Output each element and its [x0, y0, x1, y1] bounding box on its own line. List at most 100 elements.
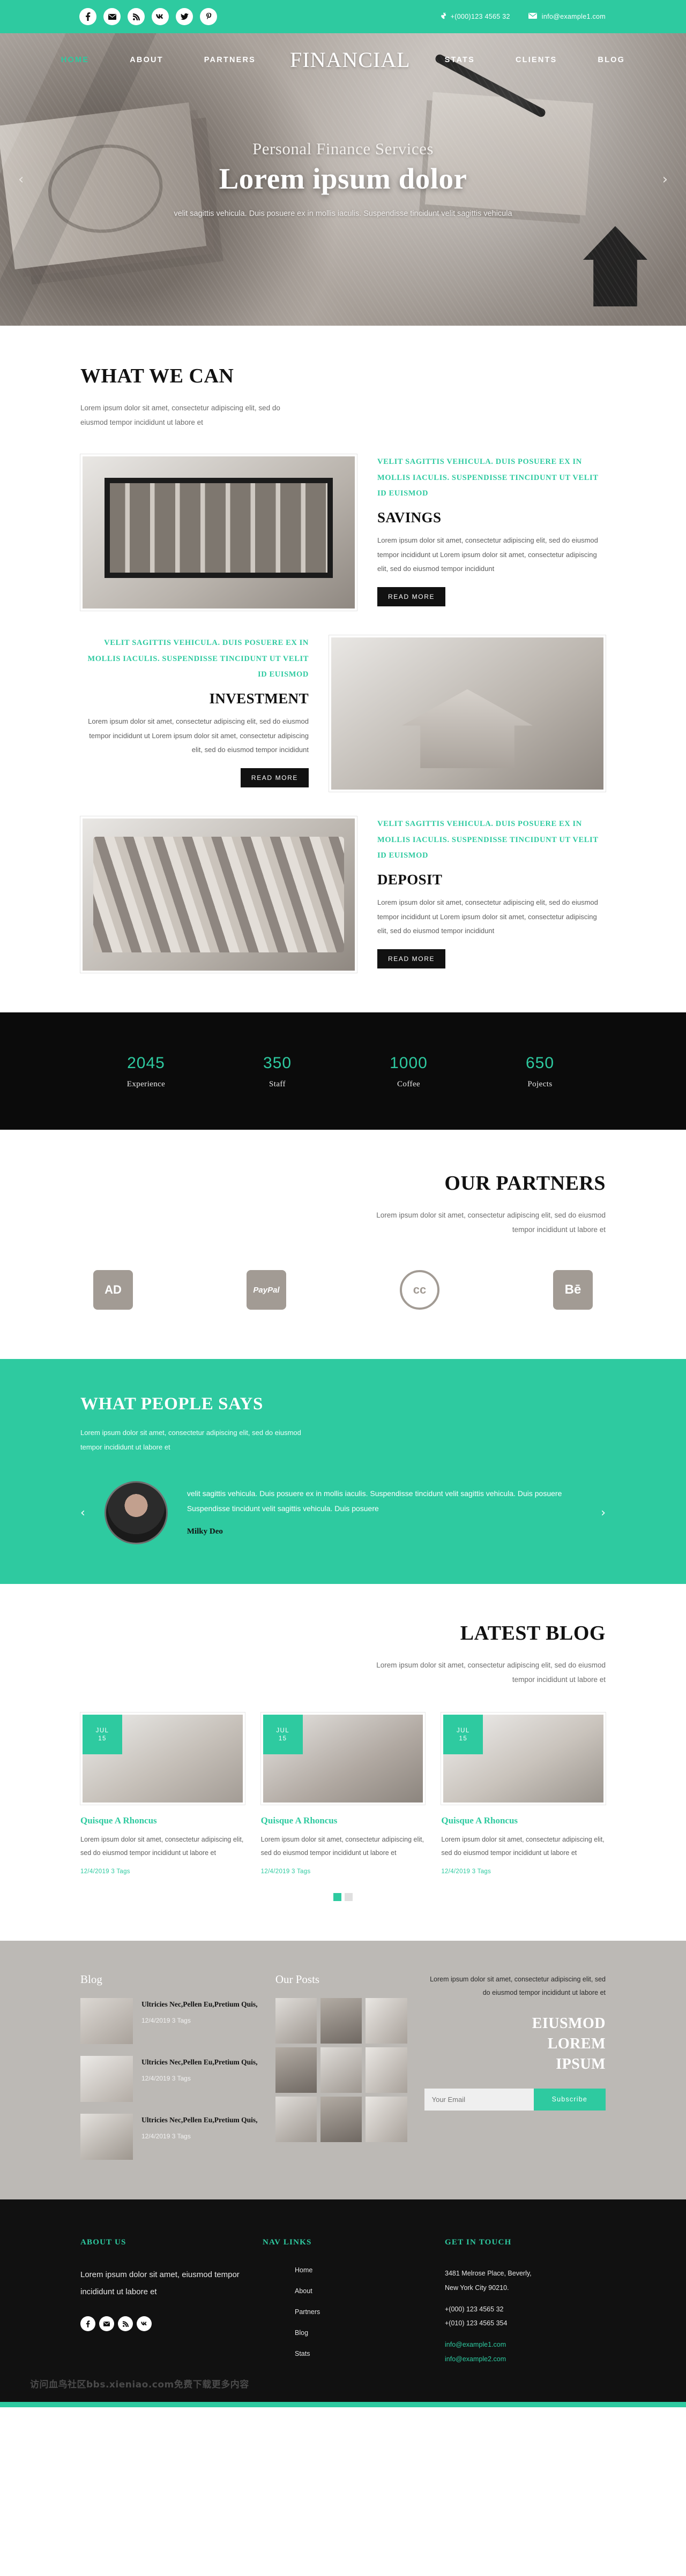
envelope-icon[interactable] [103, 8, 121, 25]
footer-link-about[interactable]: About [295, 2287, 423, 2295]
blog-title[interactable]: Quisque A Rhoncus [261, 1815, 426, 1826]
footer-post-thumb[interactable] [366, 2097, 407, 2143]
footer-blog-thumb [80, 1998, 133, 2045]
hero-title: Lorem ipsum dolor [219, 162, 467, 195]
blog-thumbnail: JUL 15 [260, 1713, 426, 1805]
blog-card[interactable]: JUL 15 Quisque A Rhoncus Lorem ipsum dol… [80, 1713, 245, 1875]
footer-blog-thumb [80, 2056, 133, 2102]
pinterest-icon[interactable] [200, 8, 217, 25]
top-contact: +(000)123 4565 32 info@example1.com [440, 12, 606, 21]
stat-experience-label: Experience [126, 1080, 166, 1088]
email-contact[interactable]: info@example1.com [528, 13, 606, 20]
blog-date-month: JUL [95, 1727, 109, 1734]
footer-nav-column: NAV LINKS Home About Partners Blog Stats [263, 2238, 423, 2371]
blog-excerpt: Lorem ipsum dolor sit amet, consectetur … [80, 1836, 244, 1857]
footer-post-thumb[interactable] [275, 2097, 317, 2143]
blog-card[interactable]: JUL 15 Quisque A Rhoncus Lorem ipsum dol… [441, 1713, 606, 1875]
section-title-testimonials: WHAT PEOPLE SAYS [80, 1394, 263, 1414]
what-we-can-lead: Lorem ipsum dolor sit amet, consectetur … [80, 404, 280, 426]
footer-post-thumb[interactable] [275, 1998, 317, 2044]
testimonial-prev-arrow[interactable]: ‹ [80, 1506, 85, 1520]
footer-blog-item[interactable]: Ultricies Nec,Pellen Eu,Pretium Quis, 12… [80, 2056, 258, 2102]
subscribe-form: Subscribe [424, 2088, 606, 2111]
behance-logo[interactable]: Bē [553, 1270, 593, 1310]
blog-excerpt: Lorem ipsum dolor sit amet, consectetur … [260, 1836, 424, 1857]
blog-card[interactable]: JUL 15 Quisque A Rhoncus Lorem ipsum dol… [260, 1713, 426, 1875]
adobe-logo[interactable]: AD [93, 1270, 133, 1310]
nav-item-clients[interactable]: CLIENTS [495, 56, 577, 64]
savings-body: VELIT SAGITTIS VEHICULA. DUIS POSUERE EX… [377, 454, 606, 607]
footer-link-stats[interactable]: Stats [295, 2350, 423, 2357]
savings-heading: SAVINGS [377, 509, 442, 526]
footer-post-thumb[interactable] [366, 2047, 407, 2093]
deposit-body: VELIT SAGITTIS VEHICULA. DUIS POSUERE EX… [377, 816, 606, 969]
phone-icon [440, 12, 447, 21]
creative-commons-logo[interactable]: cc [400, 1270, 439, 1310]
subscribe-button[interactable]: Subscribe [533, 2088, 606, 2111]
facebook-icon[interactable] [80, 2316, 95, 2332]
deposit-text: Lorem ipsum dolor sit amet, consectetur … [377, 898, 598, 935]
footer-link-blog[interactable]: Blog [295, 2329, 423, 2337]
investment-read-more-button[interactable]: READ MORE [240, 768, 309, 788]
footer-link-home[interactable]: Home [295, 2266, 423, 2274]
hero-prev-arrow[interactable]: ‹ [18, 171, 24, 187]
blog-date-day: 15 [98, 1735, 107, 1742]
footer-post-thumb[interactable] [275, 2047, 317, 2093]
footer-phone-2[interactable]: +(010) 123 4565 354 [445, 2316, 606, 2330]
blog-date-badge: JUL 15 [83, 1715, 122, 1755]
footer-about-column: ABOUT US Lorem ipsum dolor sit amet, eiu… [80, 2238, 241, 2371]
footer-email-1[interactable]: info@example1.com [445, 2338, 606, 2352]
paypal-logo[interactable]: PayPal [247, 1270, 286, 1310]
blog-date-day: 15 [278, 1735, 287, 1742]
nav-item-about[interactable]: ABOUT [109, 56, 184, 64]
nav-left-group: HOME ABOUT PARTNERS [41, 56, 276, 64]
savings-read-more-button[interactable]: READ MORE [377, 587, 446, 607]
email-input[interactable] [424, 2088, 534, 2111]
deposit-read-more-button[interactable]: READ MORE [377, 949, 446, 969]
blog-title[interactable]: Quisque A Rhoncus [80, 1815, 245, 1826]
nav-item-home[interactable]: HOME [41, 56, 109, 64]
testimonial-next-arrow[interactable]: › [601, 1506, 606, 1520]
phone-contact[interactable]: +(000)123 4565 32 [440, 12, 510, 21]
site-brand[interactable]: FINANCIAL [276, 47, 424, 72]
footer-blog-item-title: Ultricies Nec,Pellen Eu,Pretium Quis, [141, 2116, 258, 2124]
nav-item-blog[interactable]: BLOG [577, 56, 645, 64]
vk-icon[interactable] [137, 2316, 152, 2332]
footer-nav-links: Home About Partners Blog Stats [263, 2266, 423, 2357]
rss-icon[interactable] [128, 8, 145, 25]
footer-post-thumb[interactable] [320, 1998, 362, 2044]
stat-projects-number: 650 [525, 1054, 555, 1072]
pagination-dot-1[interactable] [333, 1893, 341, 1902]
footer-blog-item[interactable]: Ultricies Nec,Pellen Eu,Pretium Quis, 12… [80, 1998, 258, 2045]
envelope-icon[interactable] [99, 2316, 114, 2332]
blog-excerpt: Lorem ipsum dolor sit amet, consectetur … [441, 1836, 605, 1857]
footer-address-line2: New York City 90210. [445, 2284, 509, 2292]
footer-email-2[interactable]: info@example2.com [445, 2352, 606, 2366]
testimonial-quote-block: velit sagittis vehicula. Duis posuere ex… [187, 1486, 581, 1539]
section-title-what-we-can: WHAT WE CAN [80, 365, 234, 387]
twitter-icon[interactable] [176, 8, 193, 25]
footer-blog-title: Blog [80, 1973, 102, 1986]
rss-icon[interactable] [118, 2316, 133, 2332]
nav-item-stats[interactable]: STATS [424, 56, 495, 64]
vk-icon[interactable] [152, 8, 169, 25]
hero-next-arrow[interactable]: › [662, 171, 668, 187]
partner-logos: AD PayPal cc Bē [80, 1270, 606, 1310]
footer-phone-1[interactable]: +(000) 123 4565 32 [445, 2302, 606, 2316]
stat-coffee-label: Coffee [397, 1080, 420, 1088]
deposit-heading: DEPOSIT [377, 872, 443, 888]
nav-item-partners[interactable]: PARTNERS [184, 56, 276, 64]
blog-title[interactable]: Quisque A Rhoncus [441, 1815, 606, 1826]
footer-blog-item[interactable]: Ultricies Nec,Pellen Eu,Pretium Quis, 12… [80, 2114, 258, 2160]
footer-post-thumb[interactable] [366, 1998, 407, 2044]
facebook-icon[interactable] [79, 8, 96, 25]
footer-post-thumb[interactable] [320, 2097, 362, 2143]
hero-subtitle: Personal Finance Services [252, 139, 434, 158]
footer-social-links [80, 2316, 241, 2332]
footer-post-thumb[interactable] [320, 2047, 362, 2093]
pagination-dot-2[interactable] [345, 1893, 353, 1902]
hero-banner: HOME ABOUT PARTNERS FINANCIAL STATS CLIE… [0, 33, 686, 326]
blog-cards: JUL 15 Quisque A Rhoncus Lorem ipsum dol… [80, 1713, 606, 1875]
footer-link-partners[interactable]: Partners [295, 2308, 423, 2316]
